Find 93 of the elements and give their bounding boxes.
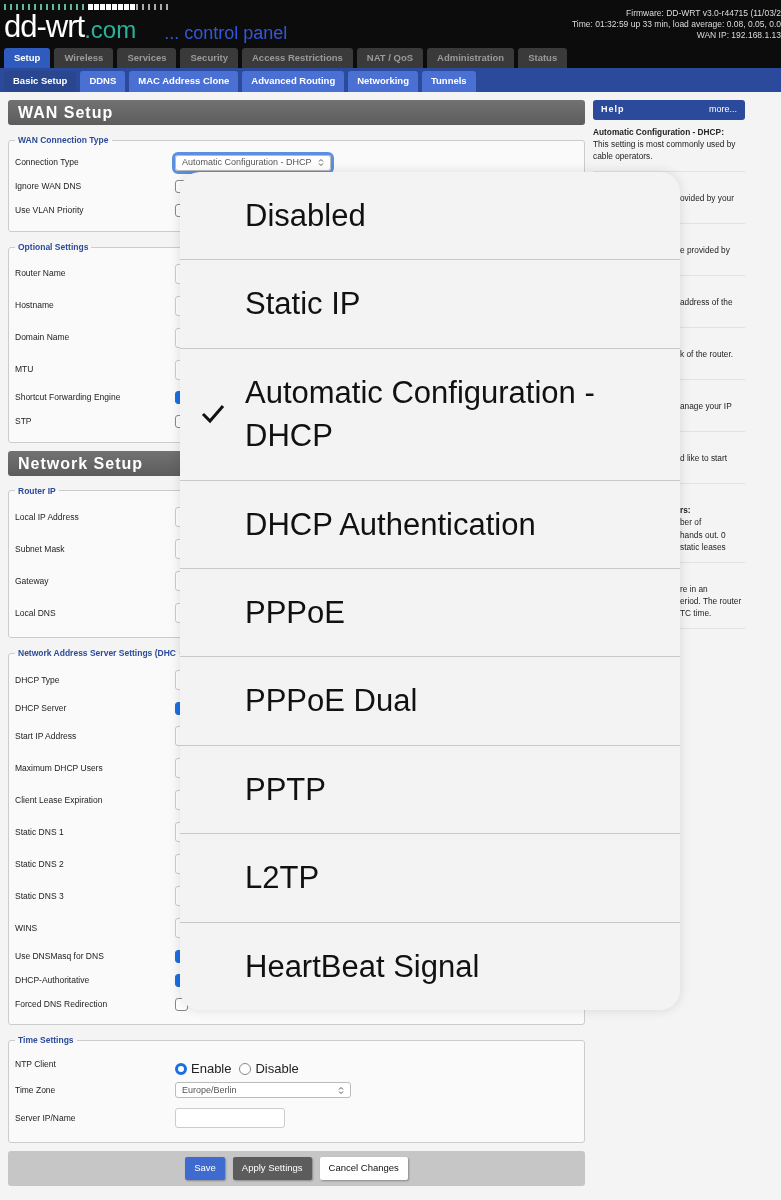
radio-label: Disable bbox=[255, 1059, 299, 1078]
field-label: Static DNS 1 bbox=[15, 825, 65, 839]
sub-tab[interactable]: DDNS bbox=[80, 71, 126, 92]
field-label: Gateway bbox=[15, 574, 50, 588]
action-button[interactable]: Cancel Changes bbox=[319, 1157, 408, 1180]
field-label: DHCP Server bbox=[15, 701, 68, 715]
field-label: Static DNS 3 bbox=[15, 889, 65, 903]
chevron-icon bbox=[338, 1085, 344, 1095]
sub-tab[interactable]: MAC Address Clone bbox=[129, 71, 239, 92]
help-text: address of the bbox=[680, 295, 734, 309]
picker-option[interactable]: PPPoE bbox=[180, 568, 680, 658]
field-label: Forced DNS Redirection bbox=[15, 997, 109, 1011]
sub-tab[interactable]: Networking bbox=[348, 71, 418, 92]
help-text: re in an bbox=[680, 582, 709, 595]
help-text: ber of bbox=[680, 516, 703, 529]
group-legend: Network Address Server Settings (DHC bbox=[15, 647, 179, 660]
help-title: Help bbox=[601, 103, 625, 116]
checkmark-icon bbox=[200, 404, 225, 425]
nav-tab[interactable]: Setup bbox=[4, 48, 51, 68]
nav-tab[interactable]: NAT / QoS bbox=[356, 48, 424, 68]
picker-option[interactable]: PPTP bbox=[180, 745, 680, 835]
field-label: WINS bbox=[15, 921, 39, 935]
nav-tab[interactable]: Status bbox=[518, 48, 568, 68]
action-button[interactable]: Save bbox=[185, 1157, 225, 1180]
help-text: hands out. 0 bbox=[680, 528, 727, 542]
field-label: Local IP Address bbox=[15, 510, 80, 524]
help-text: static leases bbox=[680, 541, 727, 554]
field-label: STP bbox=[15, 415, 33, 428]
sub-tab[interactable]: Tunnels bbox=[421, 71, 476, 92]
help-text: k of the router. bbox=[680, 347, 735, 361]
field-label: Hostname bbox=[15, 299, 55, 312]
group-legend: Router IP bbox=[15, 484, 59, 498]
status-info: Firmware: DD-WRT v3.0-r44715 (11/03/2 bbox=[625, 8, 781, 19]
picker-option[interactable]: DHCP Authentication bbox=[180, 480, 680, 569]
field-label: Server IP/Name bbox=[15, 1111, 77, 1125]
nav-tab[interactable]: Wireless bbox=[54, 48, 114, 68]
field-label: Maximum DHCP Users bbox=[15, 761, 104, 775]
status-info: Time: 01:32:59 up 33 min, load average: 0.08, 0.05, 0.0 bbox=[571, 19, 781, 30]
help-heading: Automatic Configuration - DHCP: bbox=[593, 125, 725, 138]
subtitle: ... control panel bbox=[164, 24, 288, 42]
picker-option[interactable]: L2TP bbox=[180, 834, 680, 923]
select-field[interactable]: Europe/Berlin bbox=[175, 1082, 351, 1099]
field-label: Local DNS bbox=[15, 606, 57, 620]
more-link[interactable]: more... bbox=[709, 103, 737, 117]
field-label: Shortcut Forwarding Engine bbox=[15, 391, 122, 404]
nav-tab[interactable]: Administration bbox=[427, 48, 515, 68]
nav-tab[interactable]: Security bbox=[180, 48, 238, 68]
field-label: Connection Type bbox=[15, 156, 80, 170]
field-label: DHCP-Authoritative bbox=[15, 973, 91, 987]
field-label: Client Lease Expiration bbox=[15, 793, 104, 807]
field-label: Use DNSMasq for DNS bbox=[15, 949, 105, 963]
help-heading: rs: bbox=[680, 503, 692, 517]
status-info: WAN IP: 192.168.1.13 bbox=[695, 30, 781, 41]
field-label: Time Zone bbox=[15, 1083, 57, 1097]
sub-tab[interactable]: Basic Setup bbox=[4, 71, 77, 92]
picker-option[interactable]: Static IP bbox=[180, 260, 680, 349]
field-label: Use VLAN Priority bbox=[15, 204, 85, 218]
help-text: d like to start bbox=[680, 451, 729, 465]
field-label: Ignore WAN DNS bbox=[15, 180, 83, 194]
field-label: Domain Name bbox=[15, 331, 71, 344]
input-field[interactable] bbox=[175, 1108, 285, 1129]
group-legend: Time Settings bbox=[15, 1034, 77, 1047]
picker-option[interactable]: PPPoE Dual bbox=[180, 657, 680, 746]
picker-option[interactable]: Automatic Configuration - DHCP bbox=[180, 348, 680, 481]
help-text: This setting is most commonly used by cable operators. bbox=[593, 137, 737, 163]
field-label: Router Name bbox=[15, 267, 67, 280]
section-header: WAN Setup bbox=[8, 100, 585, 125]
help-text: TC time. bbox=[680, 607, 713, 620]
radio-button[interactable] bbox=[175, 1062, 187, 1075]
nav-tab[interactable]: Access Restrictions bbox=[242, 48, 353, 68]
logo-text: dd-wrt bbox=[4, 11, 85, 42]
field-label: Start IP Address bbox=[15, 729, 78, 743]
picker-option[interactable]: Disabled bbox=[180, 172, 680, 261]
help-text: anage your IP bbox=[680, 399, 733, 413]
select-field[interactable]: Automatic Configuration - DHCP bbox=[175, 154, 331, 171]
sub-tab[interactable]: Advanced Routing bbox=[242, 71, 345, 92]
help-text: eriod. The router bbox=[680, 595, 743, 608]
help-text: e provided by bbox=[680, 243, 731, 257]
group-legend: Optional Settings bbox=[15, 240, 92, 254]
logo-domain: .com bbox=[84, 18, 137, 42]
action-button[interactable]: Apply Settings bbox=[232, 1157, 312, 1180]
field-label: DHCP Type bbox=[15, 673, 61, 687]
field-label: Subnet Mask bbox=[15, 542, 66, 556]
picker-option[interactable]: HeartBeat Signal bbox=[180, 922, 680, 1010]
field-label: NTP Client bbox=[15, 1058, 57, 1071]
help-text: ovided by your bbox=[680, 191, 735, 205]
field-label: Static DNS 2 bbox=[15, 857, 65, 871]
group-legend: WAN Connection Type bbox=[15, 134, 112, 147]
radio-label: Enable bbox=[191, 1059, 232, 1078]
chevron-icon bbox=[317, 158, 324, 168]
nav-tab[interactable]: Services bbox=[117, 48, 177, 68]
field-label: MTU bbox=[15, 363, 35, 376]
radio-button[interactable] bbox=[239, 1062, 252, 1075]
